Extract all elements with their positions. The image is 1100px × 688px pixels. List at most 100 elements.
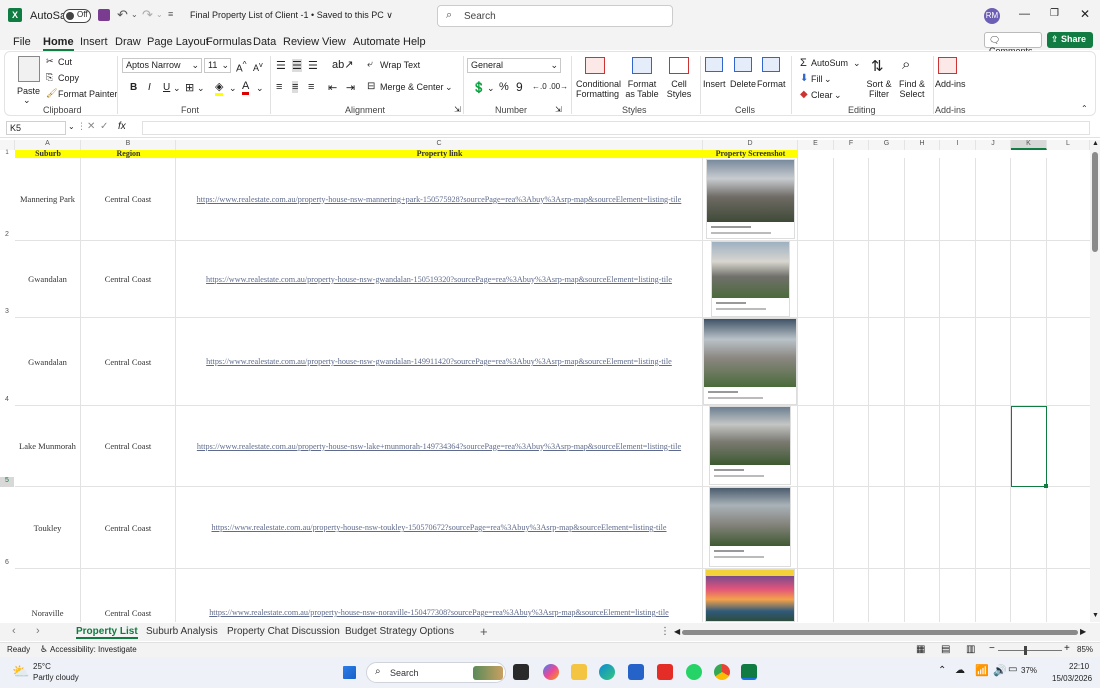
align-top-icon[interactable]: ☰ bbox=[276, 59, 286, 72]
number-format-dropdown[interactable]: General ⌄ bbox=[467, 58, 561, 73]
fill-button[interactable]: Fill bbox=[811, 74, 823, 84]
clock-time[interactable]: 22:10 bbox=[1069, 662, 1089, 671]
format-painter-icon[interactable]: 🖌 bbox=[46, 88, 57, 99]
document-title[interactable]: Final Property List of Client -1 • Saved… bbox=[190, 10, 393, 21]
formula-input[interactable] bbox=[142, 121, 1090, 135]
header-suburb[interactable]: Suburb bbox=[15, 150, 81, 158]
font-color-icon[interactable]: A bbox=[242, 80, 250, 95]
weather-description[interactable]: Partly cloudy bbox=[33, 673, 79, 682]
vertical-scroll-thumb[interactable] bbox=[1092, 152, 1098, 252]
fill-icon[interactable]: ⬇ bbox=[800, 73, 808, 84]
cell-property-link[interactable]: https://www.realestate.com.au/property-h… bbox=[176, 241, 703, 318]
property-screenshot-image[interactable] bbox=[703, 318, 797, 405]
copilot-icon[interactable] bbox=[543, 664, 559, 680]
fill-chevron-icon[interactable]: ⌄ bbox=[824, 74, 832, 85]
zoom-slider-thumb[interactable] bbox=[1024, 646, 1027, 655]
borders-icon[interactable]: ⊞ bbox=[185, 81, 194, 94]
copy-icon[interactable]: ⎘ bbox=[46, 72, 53, 83]
row-header-5[interactable]: 5 bbox=[0, 477, 14, 487]
header-region[interactable]: Region bbox=[81, 150, 176, 158]
cell-property-link[interactable]: https://www.realestate.com.au/property-h… bbox=[176, 487, 703, 569]
cell-suburb[interactable]: Lake Munmorah bbox=[15, 406, 81, 487]
column-header-i[interactable]: I bbox=[940, 140, 976, 150]
tab-suburb-analysis[interactable]: Suburb Analysis bbox=[146, 626, 218, 637]
cell-suburb[interactable]: Noraville bbox=[15, 569, 81, 622]
more-options-icon[interactable]: ⋮ bbox=[77, 121, 86, 132]
weather-icon[interactable]: ⛅ bbox=[12, 663, 29, 680]
row-header-3[interactable]: 3 bbox=[0, 308, 14, 318]
scroll-up-icon[interactable]: ▲ bbox=[1092, 140, 1099, 147]
clear-chevron-icon[interactable]: ⌄ bbox=[834, 90, 842, 101]
autosum-icon[interactable]: Σ bbox=[800, 57, 807, 69]
cell-suburb[interactable]: Gwandalan bbox=[15, 241, 81, 318]
enter-icon[interactable]: ✓ bbox=[100, 121, 108, 132]
column-header-k[interactable]: K bbox=[1011, 140, 1047, 150]
cell-property-link[interactable]: https://www.realestate.com.au/property-h… bbox=[176, 158, 703, 241]
cell-styles-button[interactable]: Cell Styles bbox=[661, 79, 697, 99]
cut-button[interactable]: Cut bbox=[58, 57, 72, 67]
column-header-h[interactable]: H bbox=[905, 140, 940, 150]
menu-data[interactable]: Data bbox=[253, 36, 276, 48]
format-as-table-icon[interactable] bbox=[632, 57, 652, 74]
format-painter-button[interactable]: Format Painter bbox=[58, 89, 118, 99]
header-property-screenshot[interactable]: Property Screenshot bbox=[703, 150, 798, 158]
format-cells-icon[interactable] bbox=[762, 57, 780, 72]
column-header-f[interactable]: F bbox=[834, 140, 869, 150]
menu-file[interactable]: File bbox=[13, 36, 31, 48]
save-icon[interactable] bbox=[98, 9, 110, 21]
decrease-font-icon[interactable]: Av bbox=[253, 60, 263, 73]
excel-taskbar-icon[interactable] bbox=[741, 664, 757, 680]
fill-handle[interactable] bbox=[1044, 484, 1048, 488]
spreadsheet-grid[interactable]: A B C D E F G H I J K L 1 Suburb Region … bbox=[0, 140, 1090, 622]
scroll-right-icon[interactable]: ▶ bbox=[1080, 627, 1086, 636]
merge-center-button[interactable]: Merge & Center bbox=[380, 82, 444, 92]
select-all-corner[interactable] bbox=[0, 140, 15, 150]
show-hidden-icons[interactable]: ⌃ bbox=[938, 665, 946, 676]
customize-toolbar-icon[interactable]: ≡ bbox=[168, 9, 173, 19]
undo-icon[interactable]: ↶ bbox=[117, 7, 128, 23]
copy-button[interactable]: Copy bbox=[58, 73, 79, 83]
row-header-2[interactable]: 2 bbox=[0, 231, 14, 241]
cell-region[interactable]: Central Coast bbox=[81, 318, 176, 406]
add-sheet-icon[interactable]: + bbox=[480, 624, 488, 639]
undo-dropdown-icon[interactable]: ⌄ bbox=[131, 10, 138, 19]
wrap-text-icon[interactable]: ⤶ bbox=[367, 59, 373, 70]
tab-property-chat-discussion[interactable]: Property Chat Discussion bbox=[227, 626, 340, 637]
more-sheets-icon[interactable]: ⋮ bbox=[660, 626, 670, 637]
normal-view-icon[interactable]: ▦ bbox=[916, 644, 925, 655]
row-header-6[interactable]: 6 bbox=[0, 559, 14, 569]
insert-cells-button[interactable]: Insert bbox=[703, 79, 726, 89]
redo-dropdown-icon[interactable]: ⌄ bbox=[156, 10, 163, 19]
format-cells-button[interactable]: Format bbox=[757, 79, 786, 89]
zoom-in-icon[interactable]: + bbox=[1064, 643, 1070, 654]
property-screenshot-image[interactable] bbox=[709, 487, 791, 567]
accessibility-icon[interactable]: ♿ bbox=[40, 644, 48, 655]
clock-date[interactable]: 15/03/2026 bbox=[1052, 674, 1092, 683]
menu-review[interactable]: Review bbox=[283, 36, 319, 48]
cell-suburb[interactable]: Gwandalan bbox=[15, 318, 81, 406]
edge-icon[interactable] bbox=[599, 664, 615, 680]
comments-button[interactable]: 🗨 Comments bbox=[984, 32, 1042, 56]
name-box-chevron-icon[interactable]: ⌄ bbox=[68, 122, 75, 131]
align-center-icon[interactable]: ≡ bbox=[292, 81, 299, 93]
accounting-format-icon[interactable]: 💲 bbox=[472, 81, 486, 94]
prev-sheet-icon[interactable]: ‹ bbox=[12, 625, 16, 637]
find-select-icon[interactable]: ⌕ bbox=[902, 56, 910, 73]
merge-chevron-icon[interactable]: ⌄ bbox=[445, 82, 453, 93]
tab-budget-strategy-options[interactable]: Budget Strategy Options bbox=[345, 626, 454, 637]
delete-cells-icon[interactable] bbox=[734, 57, 752, 72]
row-header-1[interactable]: 1 bbox=[0, 150, 14, 158]
menu-insert[interactable]: Insert bbox=[80, 36, 108, 48]
delete-cells-button[interactable]: Delete bbox=[730, 79, 756, 89]
page-break-view-icon[interactable]: ▥ bbox=[966, 644, 975, 655]
addins-button[interactable]: Add-ins bbox=[935, 79, 966, 89]
tab-property-list[interactable]: Property List bbox=[76, 626, 138, 639]
zoom-level[interactable]: 85% bbox=[1077, 645, 1093, 654]
menu-view[interactable]: View bbox=[322, 36, 346, 48]
cell-property-link[interactable]: https://www.realestate.com.au/property-h… bbox=[176, 406, 703, 487]
borders-chevron-icon[interactable]: ⌄ bbox=[197, 83, 205, 94]
youtube-icon[interactable] bbox=[657, 664, 673, 680]
clear-icon[interactable]: ◆ bbox=[800, 89, 808, 100]
cut-icon[interactable]: ✂ bbox=[46, 56, 54, 67]
microsoft-store-icon[interactable] bbox=[628, 664, 644, 680]
